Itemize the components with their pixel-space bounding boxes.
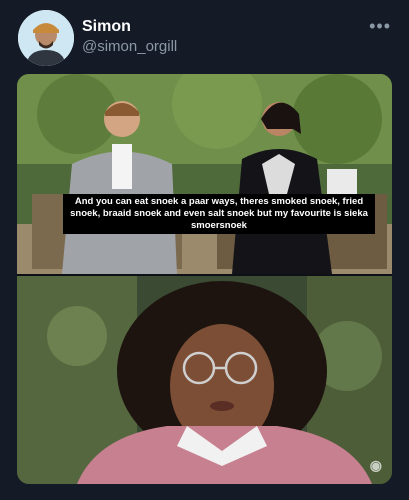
post-media[interactable]: And you can eat snoek a paar ways, there… <box>17 74 392 484</box>
interview-image[interactable] <box>17 74 392 274</box>
post-header: Simon @simon_orgill ••• <box>0 0 409 74</box>
avatar-image <box>18 10 74 66</box>
network-logo-icon: ◉ <box>369 457 382 473</box>
user-handle[interactable]: @simon_orgill <box>82 38 177 55</box>
more-options-icon[interactable]: ••• <box>369 16 391 37</box>
avatar[interactable] <box>18 10 74 66</box>
subtitle-caption: And you can eat snoek a paar ways, there… <box>63 194 375 234</box>
user-display-name[interactable]: Simon <box>82 18 131 36</box>
reaction-image[interactable] <box>17 276 392 484</box>
